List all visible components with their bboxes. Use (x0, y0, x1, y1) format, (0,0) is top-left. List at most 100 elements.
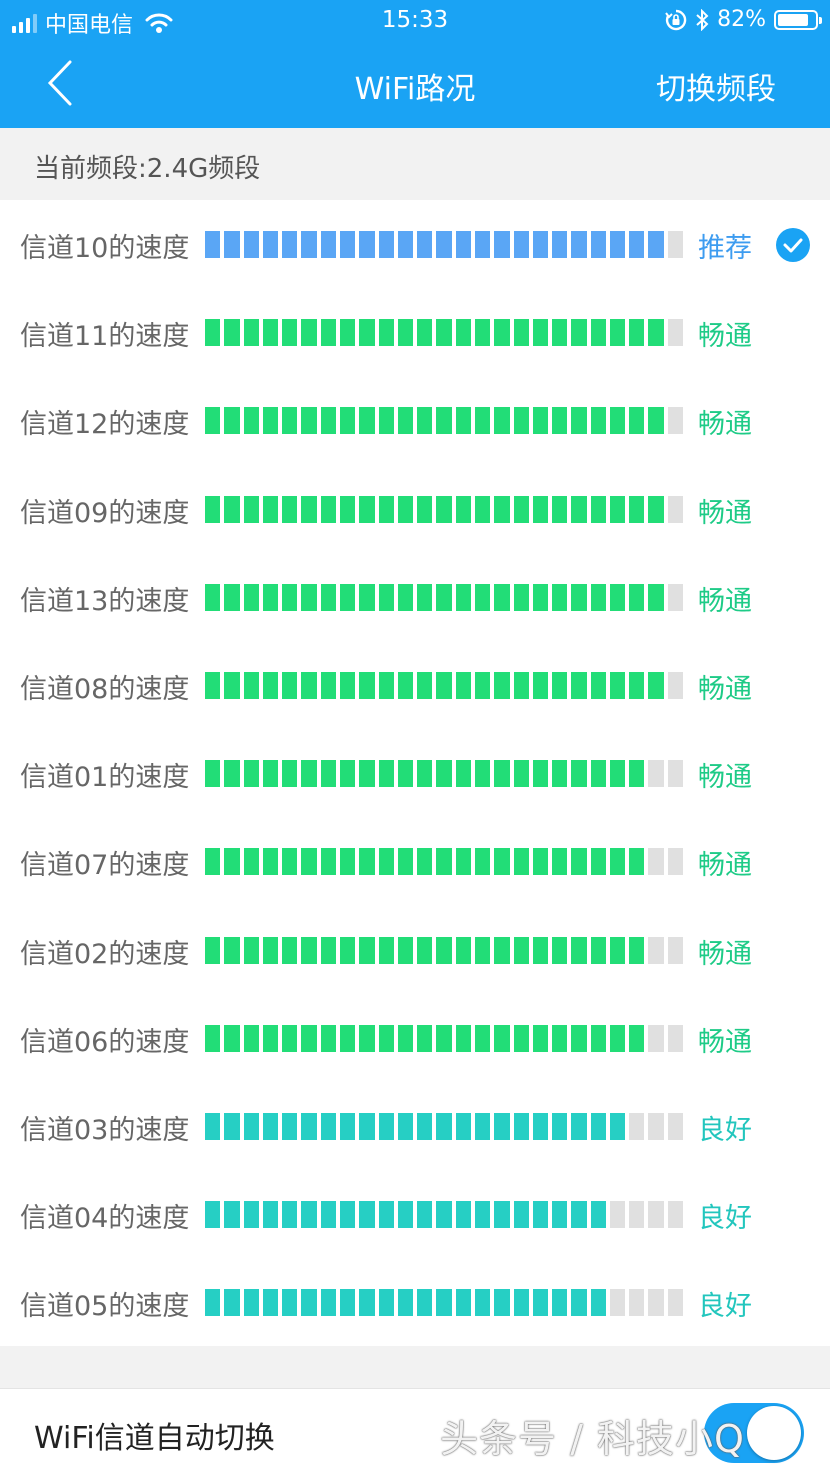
speed-segment (552, 1112, 568, 1140)
speed-segment (417, 1201, 433, 1229)
speed-segment (494, 583, 510, 611)
speed-segment (378, 671, 394, 699)
speed-segment (629, 1112, 645, 1140)
speed-segment (378, 231, 394, 258)
speed-segment (262, 1289, 279, 1317)
speed-segment (667, 583, 684, 611)
channel-status: 畅通 (698, 762, 752, 794)
channel-label: 信道08的速度 (20, 673, 190, 705)
speed-segment (474, 1289, 491, 1317)
channel-speed-bar (205, 936, 684, 964)
speed-segment (513, 1024, 529, 1052)
speed-segment (320, 1201, 336, 1229)
speed-segment (301, 1201, 317, 1229)
speed-segment (282, 1112, 298, 1140)
speed-segment (378, 1024, 394, 1052)
speed-segment (224, 848, 240, 876)
speed-segment (359, 1289, 375, 1317)
speed-segment (339, 319, 356, 347)
speed-segment (397, 583, 414, 611)
speed-segment (378, 1112, 394, 1140)
channel-label: 信道09的速度 (20, 497, 190, 529)
channel-row: 信道04的速度 良好 (0, 1170, 830, 1258)
speed-segment (436, 1201, 452, 1229)
speed-segment (474, 1201, 491, 1229)
speed-segment (282, 583, 298, 611)
speed-segment (609, 936, 626, 964)
speed-segment (571, 495, 587, 523)
channel-row: 信道13的速度 畅通 (0, 553, 830, 641)
speed-segment (224, 231, 240, 258)
speed-segment (243, 1112, 259, 1140)
speed-segment (571, 1289, 587, 1317)
speed-segment (667, 671, 684, 699)
speed-segment (262, 583, 279, 611)
speed-segment (590, 671, 606, 699)
channel-speed-bar (205, 583, 684, 611)
speed-segment (648, 1112, 664, 1140)
channel-speed-bar (205, 1201, 684, 1229)
speed-segment (629, 1201, 645, 1229)
channel-label: 信道05的速度 (20, 1291, 190, 1323)
speed-segment (667, 407, 684, 435)
speed-segment (455, 1201, 471, 1229)
speed-segment (455, 1289, 471, 1317)
switch-band-button[interactable]: 切换频段 (656, 64, 776, 108)
channel-status: 良好 (698, 1203, 752, 1235)
speed-segment (243, 231, 259, 258)
speed-segment (494, 671, 510, 699)
speed-segment (262, 936, 279, 964)
speed-segment (397, 1112, 414, 1140)
channel-status: 推荐 (698, 233, 752, 264)
speed-segment (282, 1024, 298, 1052)
channel-speed-bar (205, 319, 684, 347)
speed-segment (571, 407, 587, 435)
speed-segment (224, 583, 240, 611)
speed-segment (224, 407, 240, 435)
speed-segment (648, 495, 664, 523)
speed-segment (320, 1024, 336, 1052)
speed-segment (436, 936, 452, 964)
speed-segment (648, 231, 664, 258)
speed-segment (262, 671, 279, 699)
channel-label: 信道07的速度 (20, 850, 190, 882)
speed-segment (513, 936, 529, 964)
speed-segment (629, 319, 645, 347)
speed-segment (243, 1289, 259, 1317)
speed-segment (629, 848, 645, 876)
speed-segment (282, 407, 298, 435)
speed-segment (205, 231, 221, 258)
speed-segment (339, 1112, 356, 1140)
speed-segment (648, 407, 664, 435)
speed-segment (552, 1024, 568, 1052)
speed-segment (339, 671, 356, 699)
speed-segment (359, 1112, 375, 1140)
speed-segment (629, 231, 645, 258)
speed-segment (339, 936, 356, 964)
speed-segment (301, 319, 317, 347)
speed-segment (513, 407, 529, 435)
speed-segment (359, 1024, 375, 1052)
channel-label: 信道10的速度 (20, 233, 190, 264)
speed-segment (320, 319, 336, 347)
speed-segment (417, 1112, 433, 1140)
speed-segment (417, 1024, 433, 1052)
speed-segment (378, 319, 394, 347)
channel-speed-bar (205, 231, 684, 258)
channel-label: 信道06的速度 (20, 1026, 190, 1058)
speed-segment (667, 760, 684, 788)
bluetooth-icon (696, 8, 709, 31)
speed-segment (513, 1201, 529, 1229)
speed-segment (205, 319, 221, 347)
speed-segment (301, 1289, 317, 1317)
speed-segment (282, 231, 298, 258)
speed-segment (513, 495, 529, 523)
speed-segment (436, 231, 452, 258)
channel-speed-bar (205, 760, 684, 788)
speed-segment (262, 1024, 279, 1052)
speed-segment (243, 1024, 259, 1052)
speed-segment (552, 760, 568, 788)
speed-segment (320, 583, 336, 611)
speed-segment (513, 319, 529, 347)
channel-status: 良好 (698, 1114, 752, 1146)
